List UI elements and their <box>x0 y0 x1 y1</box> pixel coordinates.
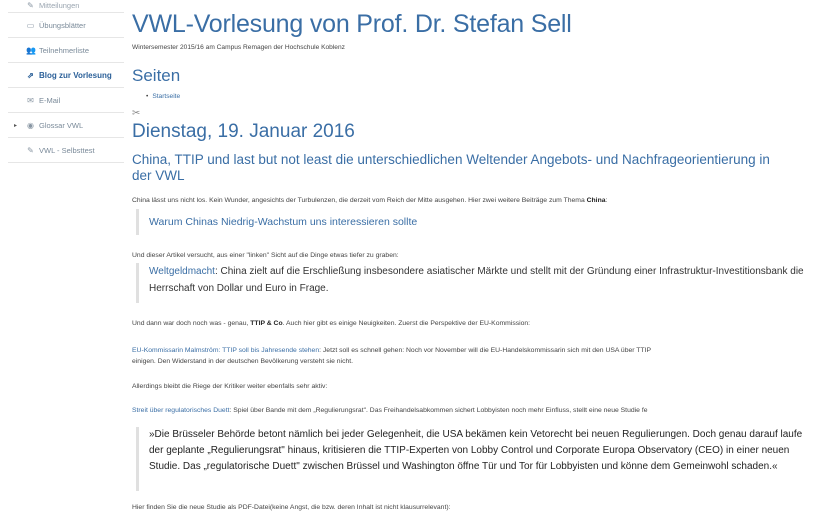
post-paragraph-7: Hier finden Sie die neue Studie als PDF-… <box>132 504 451 511</box>
page-link-startseite[interactable]: Startseite <box>152 93 180 100</box>
post-paragraph-1: China lässt uns nicht los. Kein Wunder, … <box>132 197 607 204</box>
blockquote-china: Warum Chinas Niedrig-Wachstum uns intere… <box>136 209 709 235</box>
course-sidebar: ✎ Mitteilungen ▭ Übungsblätter 👥 Teilneh… <box>8 0 124 163</box>
sidebar-item-uebungsblaetter[interactable]: ▭ Übungsblätter <box>8 13 124 38</box>
sidebar-item-glossar[interactable]: ▸ ◉ Glossar VWL <box>8 113 124 138</box>
bold-text: China <box>586 197 606 204</box>
wrench-icon[interactable]: ✂ <box>132 108 140 119</box>
post-paragraph-4-line2: einigen. Den Widerstand in der deutschen… <box>132 358 354 365</box>
sidebar-item-mitteilungen[interactable]: ✎ Mitteilungen <box>8 0 124 13</box>
blog-description: Wintersemester 2015/16 am Campus Remagen… <box>132 44 345 51</box>
envelope-icon: ✉ <box>27 95 34 105</box>
users-icon: 👥 <box>26 45 36 55</box>
post-paragraph-5: Allerdings bleibt die Riege der Kritiker… <box>132 383 328 390</box>
paragraph-text: : Jetzt soll es schnell gehen: Noch vor … <box>319 347 652 354</box>
sidebar-item-label: VWL - Selbsttest <box>39 145 95 155</box>
sidebar-item-label: E-Mail <box>39 95 61 105</box>
quote-link-china[interactable]: Warum Chinas Niedrig-Wachstum uns intere… <box>149 216 417 228</box>
post-paragraph-4: EU-Kommissarin Malmström: TTIP soll bis … <box>132 347 651 354</box>
paragraph-text: : <box>605 197 608 204</box>
bold-text: TTIP & Co <box>250 320 283 327</box>
folder-icon: ▭ <box>26 20 35 30</box>
quote-link-weltgeldmacht[interactable]: Weltgeldmacht <box>149 266 215 277</box>
chevron-right-icon[interactable]: ▸ <box>14 122 17 129</box>
sidebar-item-label: Glossar VWL <box>39 120 84 130</box>
paragraph-text: . Auch hier gibt es einige Neuigkeiten. … <box>282 320 531 327</box>
link-malmstroem[interactable]: EU-Kommissarin Malmström: TTIP soll bis … <box>132 347 319 354</box>
post-paragraph-6: Streit über regulatorisches Duett: Spiel… <box>132 407 647 414</box>
quote-text: : China zielt auf die Erschließung insbe… <box>149 266 804 294</box>
blockquote-weltgeldmacht: Weltgeldmacht: China zielt auf die Ersch… <box>136 263 809 303</box>
paragraph-text: Und dann war doch noch was - genau, <box>132 320 251 327</box>
sidebar-item-label: Teilnehmerliste <box>39 45 90 55</box>
sidebar-item-label: Übungsblätter <box>39 20 86 30</box>
link-regulatorisches-duett[interactable]: Streit über regulatorisches Duett <box>132 407 229 414</box>
pages-list-item[interactable]: Startseite <box>146 93 180 100</box>
blockquote-regulierungsrat: »Die Brüsseler Behörde betont nämlich be… <box>136 427 809 491</box>
megaphone-icon: ✎ <box>27 1 34 10</box>
sidebar-item-label: Mitteilungen <box>39 1 80 10</box>
sidebar-item-selbsttest[interactable]: ✎ VWL - Selbsttest <box>8 138 124 163</box>
blog-title[interactable]: VWL-Vorlesung von Prof. Dr. Stefan Sell <box>132 10 572 39</box>
post-paragraph-2: Und dieser Artikel versucht, aus einer "… <box>132 252 399 259</box>
sidebar-item-email[interactable]: ✉ E-Mail <box>8 88 124 113</box>
post-paragraph-3: Und dann war doch noch was - genau, TTIP… <box>132 320 530 327</box>
post-title[interactable]: China, TTIP und last but not least die u… <box>132 152 792 184</box>
paragraph-text: : Spiel über Bande mit dem „Regulierungs… <box>229 407 648 414</box>
external-link-icon: ⇗ <box>27 70 34 80</box>
sidebar-item-label: Blog zur Vorlesung <box>39 70 112 80</box>
globe-icon: ◉ <box>27 120 34 130</box>
post-date-header: Dienstag, 19. Januar 2016 <box>132 121 355 142</box>
sidebar-item-blog[interactable]: ⇗ Blog zur Vorlesung <box>8 63 124 88</box>
pages-heading: Seiten <box>132 66 181 85</box>
sidebar-item-teilnehmerliste[interactable]: 👥 Teilnehmerliste <box>8 38 124 63</box>
paragraph-text: China lässt uns nicht los. Kein Wunder, … <box>132 197 587 204</box>
edit-icon: ✎ <box>27 145 34 155</box>
